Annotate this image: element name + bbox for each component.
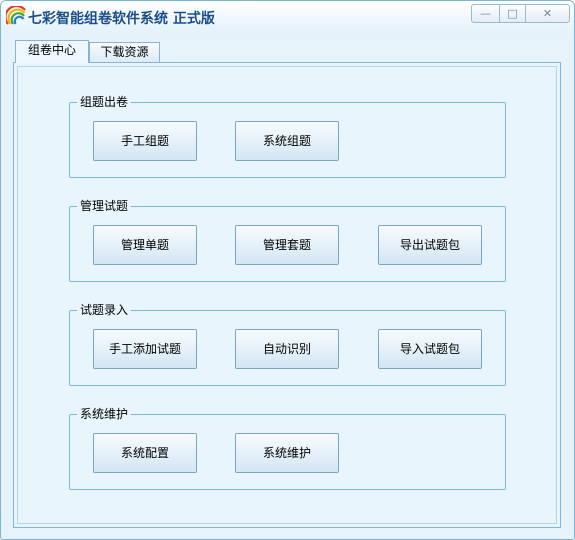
window-title: 七彩智能组卷软件系统 正式版 (28, 11, 215, 27)
window-controls: — □ ✕ (471, 4, 570, 24)
system-config-button[interactable]: 系统配置 (93, 433, 197, 473)
export-package-button[interactable]: 导出试题包 (378, 225, 482, 265)
auto-recognize-button[interactable]: 自动识别 (235, 329, 339, 369)
tab-download-resources[interactable]: 下载资源 (89, 42, 160, 63)
system-maintenance-button[interactable]: 系统维护 (235, 433, 339, 473)
group-label: 管理试题 (77, 199, 132, 213)
group-system-maintenance: 系统维护 系统配置 系统维护 (69, 407, 506, 490)
tab-paper-center[interactable]: 组卷中心 (15, 40, 89, 63)
group-label: 系统维护 (77, 407, 132, 421)
manage-single-button[interactable]: 管理单题 (93, 225, 197, 265)
group-manage-questions: 管理试题 管理单题 管理套题 导出试题包 (69, 199, 506, 282)
minimize-button[interactable]: — (471, 4, 500, 23)
group-label: 试题录入 (77, 303, 132, 317)
manage-set-button[interactable]: 管理套题 (235, 225, 339, 265)
close-button[interactable]: ✕ (526, 4, 570, 23)
app-window: 七彩智能组卷软件系统 正式版 — □ ✕ 组卷中心 下载资源 组题出卷 手工组题… (0, 0, 575, 540)
group-question-entry: 试题录入 手工添加试题 自动识别 导入试题包 (69, 303, 506, 386)
group-label: 组题出卷 (77, 95, 132, 109)
group-compose-paper: 组题出卷 手工组题 系统组题 (69, 95, 506, 178)
manual-add-button[interactable]: 手工添加试题 (93, 329, 197, 369)
title-bar[interactable]: 七彩智能组卷软件系统 正式版 — □ ✕ (1, 1, 574, 33)
maximize-button[interactable]: □ (500, 4, 526, 23)
rainbow-icon (6, 6, 26, 25)
system-compose-button[interactable]: 系统组题 (235, 121, 339, 161)
import-package-button[interactable]: 导入试题包 (378, 329, 482, 369)
manual-compose-button[interactable]: 手工组题 (93, 121, 197, 161)
